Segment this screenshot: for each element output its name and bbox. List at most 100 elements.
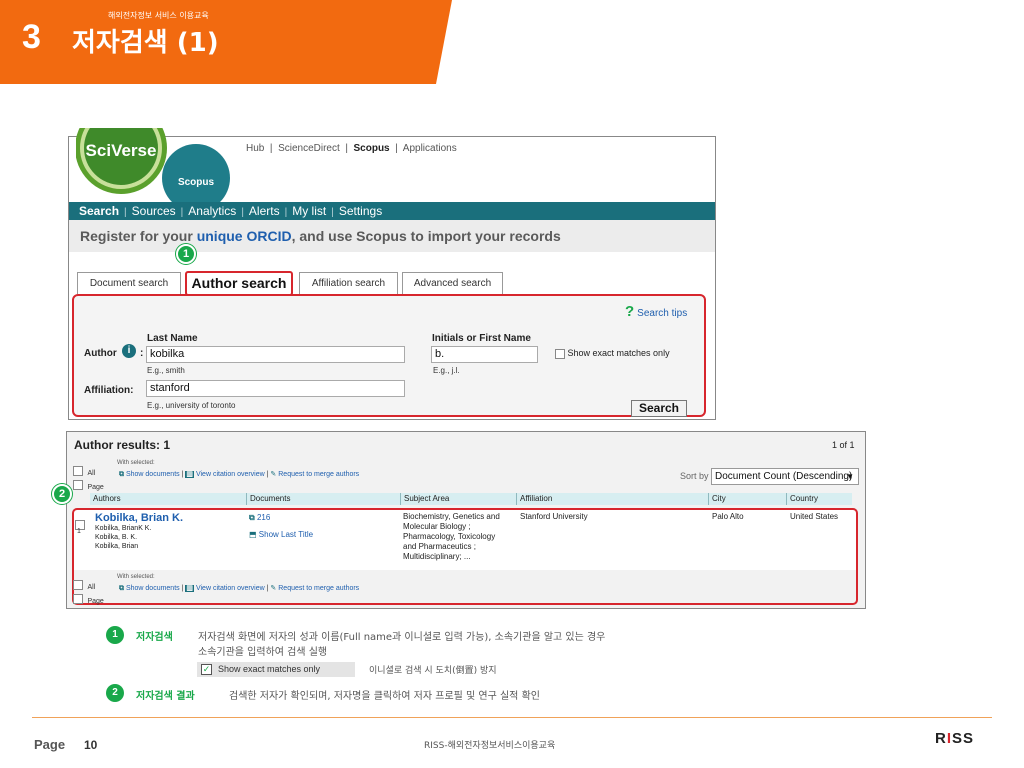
sciverse-logo-text: SciVerse: [86, 141, 157, 160]
affiliation-cell: Stanford University: [520, 512, 588, 521]
col-city[interactable]: City: [708, 493, 786, 505]
slide-number: 3: [22, 18, 41, 56]
results-actions-top: ⧉ Show documents | ▥ View citation overv…: [119, 471, 360, 478]
search-tips-link[interactable]: ? Search tips: [625, 303, 687, 320]
results-page-info: 1 of 1: [832, 440, 855, 450]
search-button[interactable]: Search: [631, 400, 687, 417]
select-all-checkbox[interactable]: [73, 465, 83, 476]
search-tips-label: Search tips: [637, 308, 688, 319]
sort-select[interactable]: Document Count (Descending) ▼: [711, 468, 859, 485]
nav-search[interactable]: Search: [79, 204, 119, 218]
link-sciencedirect[interactable]: ScienceDirect: [278, 143, 340, 154]
row-index: 1: [77, 528, 81, 535]
subject-line: Pharmacology, Toxicology: [403, 532, 496, 541]
exact-match-example: ✓ Show exact matches only: [197, 662, 355, 677]
nav-my-list[interactable]: My list: [292, 204, 326, 218]
legend-note-1: 이니셜로 검색 시 도치(倒置) 방지: [369, 666, 497, 676]
first-name-hint: E.g., j.l.: [433, 366, 460, 375]
documents-icon: ⧉: [119, 471, 124, 478]
nav-settings[interactable]: Settings: [339, 204, 382, 218]
exact-match-example-label: Show exact matches only: [218, 664, 321, 674]
exact-match-checkbox[interactable]: [555, 348, 565, 359]
view-citation-link[interactable]: View citation overview: [196, 585, 265, 592]
last-name-hint: E.g., smith: [147, 366, 185, 375]
chevron-down-icon: ▼: [846, 472, 854, 481]
orcid-link[interactable]: unique ORCID: [197, 228, 292, 244]
document-count-link[interactable]: 216: [257, 513, 270, 522]
riss-logo-ss: SS: [952, 730, 975, 747]
col-country[interactable]: Country: [786, 493, 852, 505]
callout-badge-2: 2: [52, 484, 72, 504]
orcid-suffix: , and use Scopus to import your records: [291, 228, 561, 244]
exact-match-label: Show exact matches only: [567, 348, 670, 358]
show-last-title-cell: ⬒ Show Last Title: [249, 530, 313, 540]
link-applications[interactable]: Applications: [403, 143, 457, 154]
with-selected-label: With selected:: [117, 574, 155, 580]
select-page-bottom: Page: [73, 590, 104, 608]
exact-match-option: Show exact matches only: [555, 348, 670, 359]
first-name-label: Initials or First Name: [432, 333, 531, 344]
nav-sources[interactable]: Sources: [132, 204, 176, 218]
col-affiliation[interactable]: Affiliation: [516, 493, 708, 505]
page-label: Page: [87, 598, 104, 605]
subject-line: Molecular Biology ;: [403, 522, 471, 531]
scopus-logo-text: Scopus: [178, 177, 215, 188]
last-name-label: Last Name: [147, 333, 198, 344]
subject-line: Multidisciplinary; ...: [403, 552, 471, 561]
show-last-title-link[interactable]: Show Last Title: [259, 530, 313, 539]
select-all-checkbox[interactable]: [73, 579, 83, 590]
chart-icon: ▥: [185, 585, 194, 592]
tab-author-search[interactable]: Author search: [185, 271, 293, 296]
tab-advanced-search[interactable]: Advanced search: [402, 272, 503, 294]
top-links: Hub | ScienceDirect | Scopus | Applicati…: [246, 143, 457, 154]
select-page-top: Page: [73, 476, 104, 494]
last-title-icon: ⬒: [249, 530, 257, 539]
tab-affiliation-search[interactable]: Affiliation search: [299, 272, 398, 294]
legend-title-2: 저자검색 결과: [136, 691, 195, 702]
legend-badge-1: 1: [106, 626, 124, 644]
author-name-link[interactable]: Kobilka, Brian K.: [95, 512, 183, 524]
link-scopus[interactable]: Scopus: [354, 143, 390, 154]
scopus-logo: Scopus: [162, 144, 230, 208]
subject-line: and Pharmaceutics ;: [403, 542, 476, 551]
col-subject-area[interactable]: Subject Area: [400, 493, 516, 505]
merge-authors-link[interactable]: Request to merge authors: [278, 585, 359, 592]
sort-by-label: Sort by: [680, 471, 709, 481]
select-page-checkbox[interactable]: [73, 479, 83, 490]
view-citation-link[interactable]: View citation overview: [196, 471, 265, 478]
help-question-icon: ?: [625, 303, 635, 320]
documents-icon: ⧉: [249, 513, 255, 522]
nav-bar: Search | Sources | Analytics | Alerts | My list |…: [69, 202, 715, 220]
sort-value: Document Count (Descending): [715, 471, 853, 482]
with-selected-label: With selected:: [117, 460, 155, 466]
show-documents-link[interactable]: Show documents: [126, 471, 180, 478]
info-icon[interactable]: i: [122, 344, 136, 358]
chart-icon: ▥: [185, 471, 194, 478]
last-name-input[interactable]: kobilka: [146, 346, 405, 363]
footer-page-label: Page: [34, 737, 66, 752]
subject-line: Biochemistry, Genetics and: [403, 512, 500, 521]
results-table-header: Authors Documents Subject Area Affiliati…: [90, 493, 852, 505]
select-page-checkbox[interactable]: [73, 593, 83, 604]
affiliation-label: Affiliation:: [84, 385, 134, 396]
footer-divider: [32, 717, 992, 718]
orcid-prefix: Register for your: [80, 228, 197, 244]
nav-alerts[interactable]: Alerts: [249, 204, 280, 218]
country-cell: United States: [790, 512, 839, 521]
affiliation-input[interactable]: stanford: [146, 380, 405, 397]
legend-badge-2: 2: [106, 684, 124, 702]
legend-title-1: 저자검색: [136, 632, 173, 643]
affiliation-hint: E.g., university of toronto: [147, 401, 236, 410]
col-documents[interactable]: Documents: [246, 493, 400, 505]
callout-badge-1: 1: [176, 244, 196, 264]
riss-logo-r: R: [935, 730, 947, 747]
show-documents-link[interactable]: Show documents: [126, 585, 180, 592]
tab-document-search[interactable]: Document search: [77, 272, 181, 294]
link-hub[interactable]: Hub: [246, 143, 264, 154]
merge-authors-link[interactable]: Request to merge authors: [278, 471, 359, 478]
col-authors[interactable]: Authors: [90, 493, 246, 505]
footer-page-number: 10: [84, 738, 98, 752]
legend-text-1-line1: 저자검색 화면에 저자의 성과 이름(Full name과 이니셜로 입력 가능…: [198, 632, 606, 643]
first-name-input[interactable]: b.: [431, 346, 538, 363]
nav-analytics[interactable]: Analytics: [188, 204, 236, 218]
